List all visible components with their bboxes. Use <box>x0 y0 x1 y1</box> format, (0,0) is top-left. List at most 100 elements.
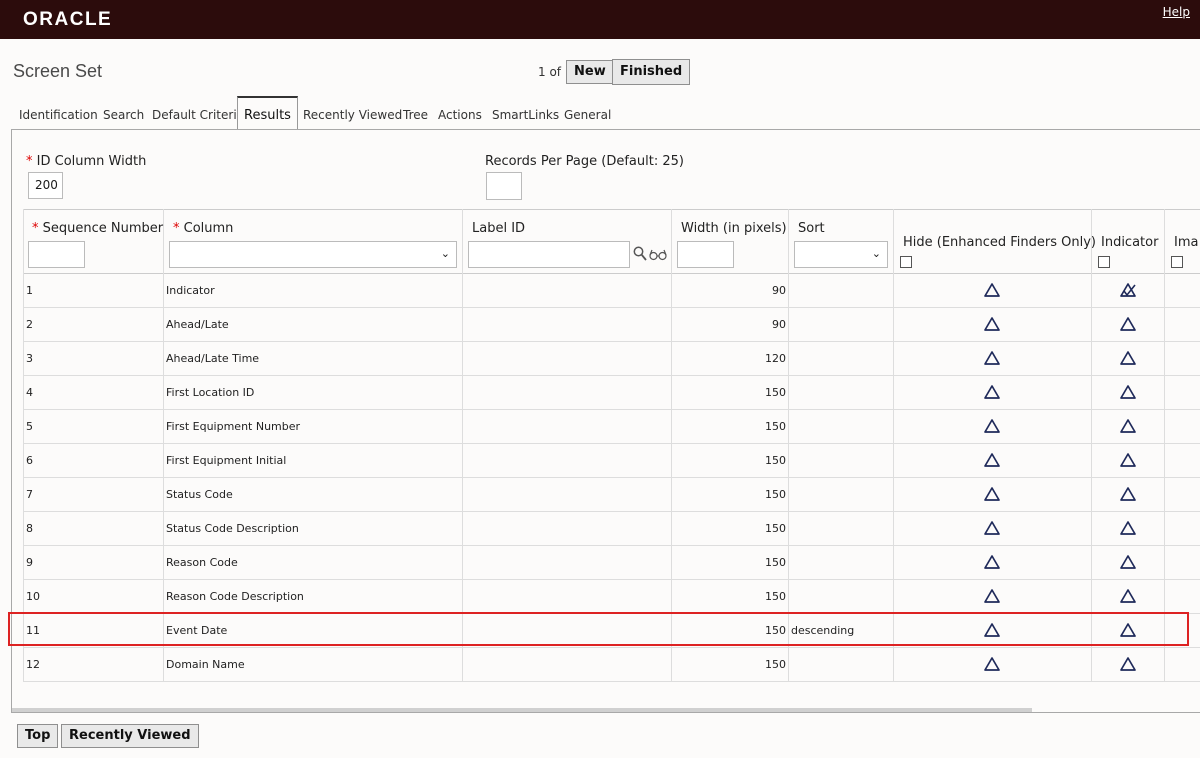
width-cell: 90 <box>772 284 786 297</box>
indicator-checkbox-icon[interactable] <box>1119 418 1137 434</box>
hide-checkbox-icon[interactable] <box>983 588 1001 604</box>
id-column-width-label: * ID Column Width <box>26 154 147 169</box>
indicator-checkbox-icon[interactable] <box>1119 656 1137 672</box>
sequence-number-input[interactable] <box>28 241 85 268</box>
tab-general[interactable]: General <box>564 96 611 130</box>
sequence-cell: 9 <box>26 556 33 569</box>
table-row[interactable]: 6 First Equipment Initial 150 <box>23 443 1200 477</box>
table-row[interactable]: 2 Ahead/Late 90 <box>23 307 1200 341</box>
hide-checkbox-icon[interactable] <box>983 350 1001 366</box>
sequence-cell: 4 <box>26 386 33 399</box>
sequence-cell: 6 <box>26 454 33 467</box>
row-divider <box>23 681 1200 682</box>
table-row[interactable]: 8 Status Code Description 150 <box>23 511 1200 545</box>
tab-actions[interactable]: Actions <box>438 96 482 130</box>
horizontal-scrollbar[interactable] <box>12 708 1032 712</box>
width-cell: 120 <box>765 352 786 365</box>
column-cell: Ahead/Late <box>166 318 229 331</box>
hide-checkbox-icon[interactable] <box>983 520 1001 536</box>
table-row[interactable]: 3 Ahead/Late Time 120 <box>23 341 1200 375</box>
table-row[interactable]: 5 First Equipment Number 150 <box>23 409 1200 443</box>
table-row[interactable]: 1 Indicator 90 <box>23 273 1200 307</box>
hide-all-checkbox[interactable] <box>900 256 912 268</box>
recently-viewed-button[interactable]: Recently Viewed <box>61 724 199 748</box>
width-cell: 150 <box>765 522 786 535</box>
label-id-input[interactable] <box>468 241 630 268</box>
chevron-down-icon: ⌄ <box>440 247 450 260</box>
selected-row-highlight <box>8 612 1189 646</box>
tab-identification[interactable]: Identification <box>19 96 98 130</box>
column-cell: Domain Name <box>166 658 245 671</box>
column-cell: Status Code Description <box>166 522 299 535</box>
width-cell: 150 <box>765 488 786 501</box>
search-icon[interactable] <box>633 246 647 262</box>
tab-search[interactable]: Search <box>103 96 144 130</box>
column-cell: Reason Code <box>166 556 238 569</box>
width-cell: 150 <box>765 590 786 603</box>
hide-checkbox-icon[interactable] <box>983 316 1001 332</box>
indicator-checkbox-icon[interactable] <box>1119 486 1137 502</box>
table-row[interactable]: 9 Reason Code 150 <box>23 545 1200 579</box>
indicator-checkbox-icon[interactable] <box>1119 350 1137 366</box>
sort-select[interactable]: ⌄ <box>794 241 888 268</box>
oracle-logo: ORACLE <box>23 9 113 30</box>
indicator-checkbox-icon[interactable] <box>1119 452 1137 468</box>
width-cell: 90 <box>772 318 786 331</box>
chevron-down-icon: ⌄ <box>871 247 881 260</box>
tab-recently-viewed[interactable]: Recently Viewed <box>303 96 402 130</box>
id-column-width-input[interactable]: 200 <box>28 172 63 199</box>
hide-checkbox-icon[interactable] <box>983 656 1001 672</box>
indicator-checkbox-icon[interactable] <box>1119 384 1137 400</box>
indicator-checkbox-icon[interactable] <box>1119 588 1137 604</box>
table-row[interactable]: 10 Reason Code Description 150 <box>23 579 1200 613</box>
new-button[interactable]: New <box>566 60 614 84</box>
tab-tree[interactable]: Tree <box>403 96 428 130</box>
indicator-checked-icon[interactable] <box>1119 282 1137 298</box>
column-cell: First Equipment Initial <box>166 454 287 467</box>
top-bar: ORACLE Help <box>0 0 1200 39</box>
hide-checkbox-icon[interactable] <box>983 452 1001 468</box>
column-cell: First Location ID <box>166 386 255 399</box>
hide-checkbox-icon[interactable] <box>983 554 1001 570</box>
image-all-checkbox[interactable] <box>1171 256 1183 268</box>
sequence-cell: 7 <box>26 488 33 501</box>
table-row[interactable]: 4 First Location ID 150 <box>23 375 1200 409</box>
help-link[interactable]: Help <box>1163 5 1190 19</box>
glasses-icon[interactable] <box>649 249 667 261</box>
hide-checkbox-icon[interactable] <box>983 282 1001 298</box>
column-cell: First Equipment Number <box>166 420 301 433</box>
records-per-page-input[interactable] <box>486 172 522 200</box>
top-button[interactable]: Top <box>17 724 59 748</box>
hide-checkbox-icon[interactable] <box>983 384 1001 400</box>
sequence-cell: 8 <box>26 522 33 535</box>
column-select[interactable]: ⌄ <box>169 241 457 268</box>
header-sort: Sort <box>798 221 825 236</box>
width-cell: 150 <box>765 454 786 467</box>
finished-button[interactable]: Finished <box>612 59 691 85</box>
header-column: * Column <box>173 221 234 236</box>
column-cell: Ahead/Late Time <box>166 352 260 365</box>
hide-checkbox-icon[interactable] <box>983 418 1001 434</box>
table-row[interactable]: 12 Domain Name 150 <box>23 647 1200 681</box>
width-input[interactable] <box>677 241 734 268</box>
hide-checkbox-icon[interactable] <box>983 486 1001 502</box>
header-image: Ima <box>1174 235 1199 250</box>
sequence-cell: 3 <box>26 352 33 365</box>
tab-results[interactable]: Results <box>237 96 298 131</box>
tab-smartlinks[interactable]: SmartLinks <box>492 96 559 130</box>
indicator-checkbox-icon[interactable] <box>1119 316 1137 332</box>
table-row[interactable]: 7 Status Code 150 <box>23 477 1200 511</box>
indicator-all-checkbox[interactable] <box>1098 256 1110 268</box>
column-cell: Status Code <box>166 488 233 501</box>
sequence-cell: 1 <box>26 284 33 297</box>
sequence-cell: 10 <box>26 590 40 603</box>
width-cell: 150 <box>765 420 786 433</box>
sequence-cell: 12 <box>26 658 40 671</box>
indicator-checkbox-icon[interactable] <box>1119 554 1137 570</box>
width-cell: 150 <box>765 386 786 399</box>
header-width: Width (in pixels) <box>681 221 787 236</box>
page-title: Screen Set <box>13 61 103 81</box>
tab-default-criteria[interactable]: Default Criteria <box>152 96 244 130</box>
indicator-checkbox-icon[interactable] <box>1119 520 1137 536</box>
column-cell: Reason Code Description <box>166 590 304 603</box>
